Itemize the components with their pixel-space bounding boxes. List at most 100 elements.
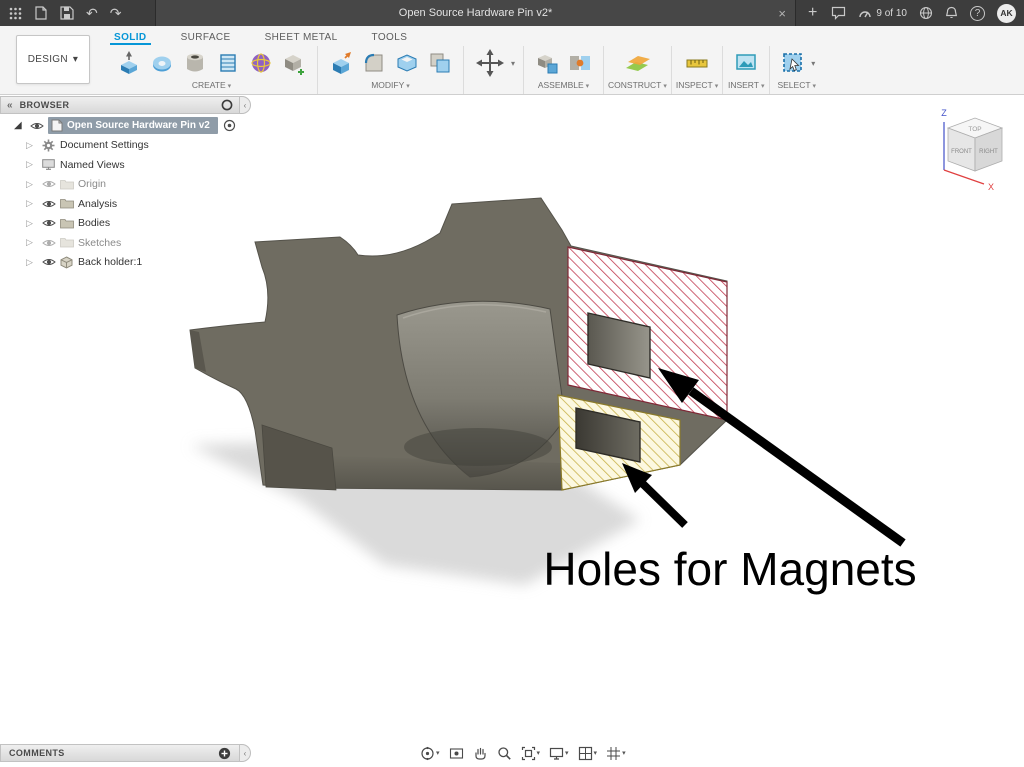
annotation-text[interactable]: Holes for Magnets: [543, 543, 916, 595]
tree-row-analysis[interactable]: ▷ Analysis: [0, 194, 240, 214]
insert-button[interactable]: [731, 47, 761, 79]
tool-groups: CREATE▾: [106, 46, 823, 94]
create-dropdown[interactable]: CREATE▾: [106, 79, 317, 94]
expand-icon[interactable]: ▷: [26, 257, 42, 268]
activate-component-icon[interactable]: [223, 119, 236, 132]
display-settings-button[interactable]: ▾: [549, 746, 569, 761]
tree-row-document-settings[interactable]: ▷ Document Settings: [0, 136, 240, 156]
zoom-button[interactable]: [497, 746, 512, 761]
primitive-button[interactable]: [279, 47, 309, 79]
document-tab[interactable]: Open Source Hardware Pin v2* ×: [155, 0, 796, 26]
tree-row-label: Back holder:1: [78, 256, 142, 268]
bell-icon: [945, 6, 958, 20]
collapse-browser-icon[interactable]: «: [7, 100, 12, 111]
annotation-arrow-long[interactable]: [658, 368, 903, 543]
revolve-button[interactable]: [147, 47, 177, 79]
expand-icon[interactable]: ▷: [26, 218, 42, 229]
redo-button[interactable]: ↷: [110, 0, 122, 26]
expand-icon[interactable]: ▷: [26, 179, 42, 190]
thread-button[interactable]: [213, 47, 243, 79]
tree-root-row[interactable]: ◢ Open Source Hardware Pin v2: [0, 116, 240, 136]
browser-tree: ◢ Open Source Hardware Pin v2 ▷ Do: [0, 114, 240, 277]
expand-icon[interactable]: ▷: [26, 159, 42, 170]
app-grid-button[interactable]: [9, 0, 22, 26]
fit-button[interactable]: ▾: [521, 746, 541, 761]
construct-plane-button[interactable]: [622, 47, 652, 79]
help-button[interactable]: ?: [970, 6, 985, 21]
form-button[interactable]: [246, 47, 276, 79]
insert-icon: [733, 50, 759, 76]
save-button[interactable]: [60, 0, 74, 26]
expand-icon[interactable]: ▷: [26, 140, 42, 151]
notifications-button[interactable]: [945, 0, 958, 26]
browser-options-icon[interactable]: [221, 99, 233, 111]
shell-button[interactable]: [392, 47, 422, 79]
visibility-eye-icon[interactable]: [42, 199, 60, 209]
pan-button[interactable]: [473, 746, 488, 761]
insert-dropdown[interactable]: INSERT▾: [723, 79, 769, 94]
tab-sheet-metal[interactable]: SHEET METAL: [261, 29, 342, 45]
svg-text:Z: Z: [941, 108, 947, 118]
new-component-button[interactable]: [532, 47, 562, 79]
job-status[interactable]: 9 of 10: [858, 7, 907, 19]
view-cube[interactable]: TOP FRONT RIGHT Z X: [941, 108, 1002, 192]
joint-button[interactable]: [565, 47, 595, 79]
joint-icon: [567, 50, 593, 76]
hole-button[interactable]: [180, 47, 210, 79]
comments-bar[interactable]: COMMENTS: [0, 744, 240, 762]
select-dropdown[interactable]: SELECT▾: [770, 79, 823, 94]
tree-row-bodies[interactable]: ▷ Bodies: [0, 214, 240, 234]
tab-surface[interactable]: SURFACE: [177, 29, 235, 45]
expand-icon[interactable]: ◢: [14, 120, 30, 131]
tree-row-named-views[interactable]: ▷ Named Views: [0, 155, 240, 175]
modify-dropdown[interactable]: MODIFY▾: [318, 79, 463, 94]
close-tab-icon[interactable]: ×: [778, 0, 786, 26]
measure-button[interactable]: [682, 47, 712, 79]
move-copy-button[interactable]: [472, 47, 508, 79]
grid-snap-button[interactable]: ▾: [606, 746, 626, 761]
select-button[interactable]: [778, 47, 808, 79]
tree-row-back-holder[interactable]: ▷ Back holder:1: [0, 253, 240, 273]
tab-tools[interactable]: TOOLS: [368, 29, 412, 45]
construct-dropdown[interactable]: CONSTRUCT▾: [604, 79, 671, 94]
named-views-icon: [42, 159, 60, 170]
tree-row-label: Named Views: [60, 159, 125, 171]
add-comment-icon[interactable]: [218, 747, 231, 760]
visibility-eye-icon[interactable]: [42, 238, 60, 248]
expand-icon[interactable]: ▷: [26, 237, 42, 248]
save-icon: [60, 6, 74, 20]
inspect-dropdown[interactable]: INSPECT▾: [672, 79, 722, 94]
fillet-button[interactable]: [359, 47, 389, 79]
visibility-eye-icon[interactable]: [30, 121, 48, 131]
select-icon: [780, 50, 806, 76]
layout-grid-button[interactable]: ▾: [578, 746, 598, 761]
browser-header[interactable]: « BROWSER: [0, 96, 240, 114]
visibility-eye-icon[interactable]: [42, 179, 60, 189]
file-button[interactable]: [34, 0, 48, 26]
orbit-button[interactable]: ▾: [420, 746, 440, 761]
tab-solid[interactable]: SOLID: [110, 29, 151, 45]
look-at-button[interactable]: [449, 746, 464, 761]
workspace-selector[interactable]: DESIGN ▾: [16, 35, 90, 84]
comment-button[interactable]: [831, 0, 846, 26]
visibility-eye-icon[interactable]: [42, 218, 60, 228]
caret-down-icon[interactable]: ▾: [811, 59, 815, 68]
layout-grid-icon: [578, 746, 593, 761]
workspace-label: DESIGN: [28, 54, 68, 65]
move-icon: [475, 48, 505, 78]
press-pull-button[interactable]: [326, 47, 356, 79]
expand-icon[interactable]: ▷: [26, 198, 42, 209]
online-status-button[interactable]: [919, 0, 933, 26]
axis-x: X: [944, 170, 994, 192]
tree-row-sketches[interactable]: ▷ Sketches: [0, 233, 240, 253]
extrude-button[interactable]: [114, 47, 144, 79]
assemble-dropdown[interactable]: ASSEMBLE▾: [524, 79, 603, 94]
visibility-eye-icon[interactable]: [42, 257, 60, 267]
new-tab-button[interactable]: +: [802, 0, 823, 26]
root-selection[interactable]: Open Source Hardware Pin v2: [48, 117, 218, 134]
avatar[interactable]: AK: [997, 4, 1016, 23]
caret-down-icon[interactable]: ▾: [511, 59, 515, 68]
undo-button[interactable]: ↶: [86, 0, 98, 26]
tree-row-origin[interactable]: ▷ Origin: [0, 175, 240, 195]
combine-button[interactable]: [425, 47, 455, 79]
